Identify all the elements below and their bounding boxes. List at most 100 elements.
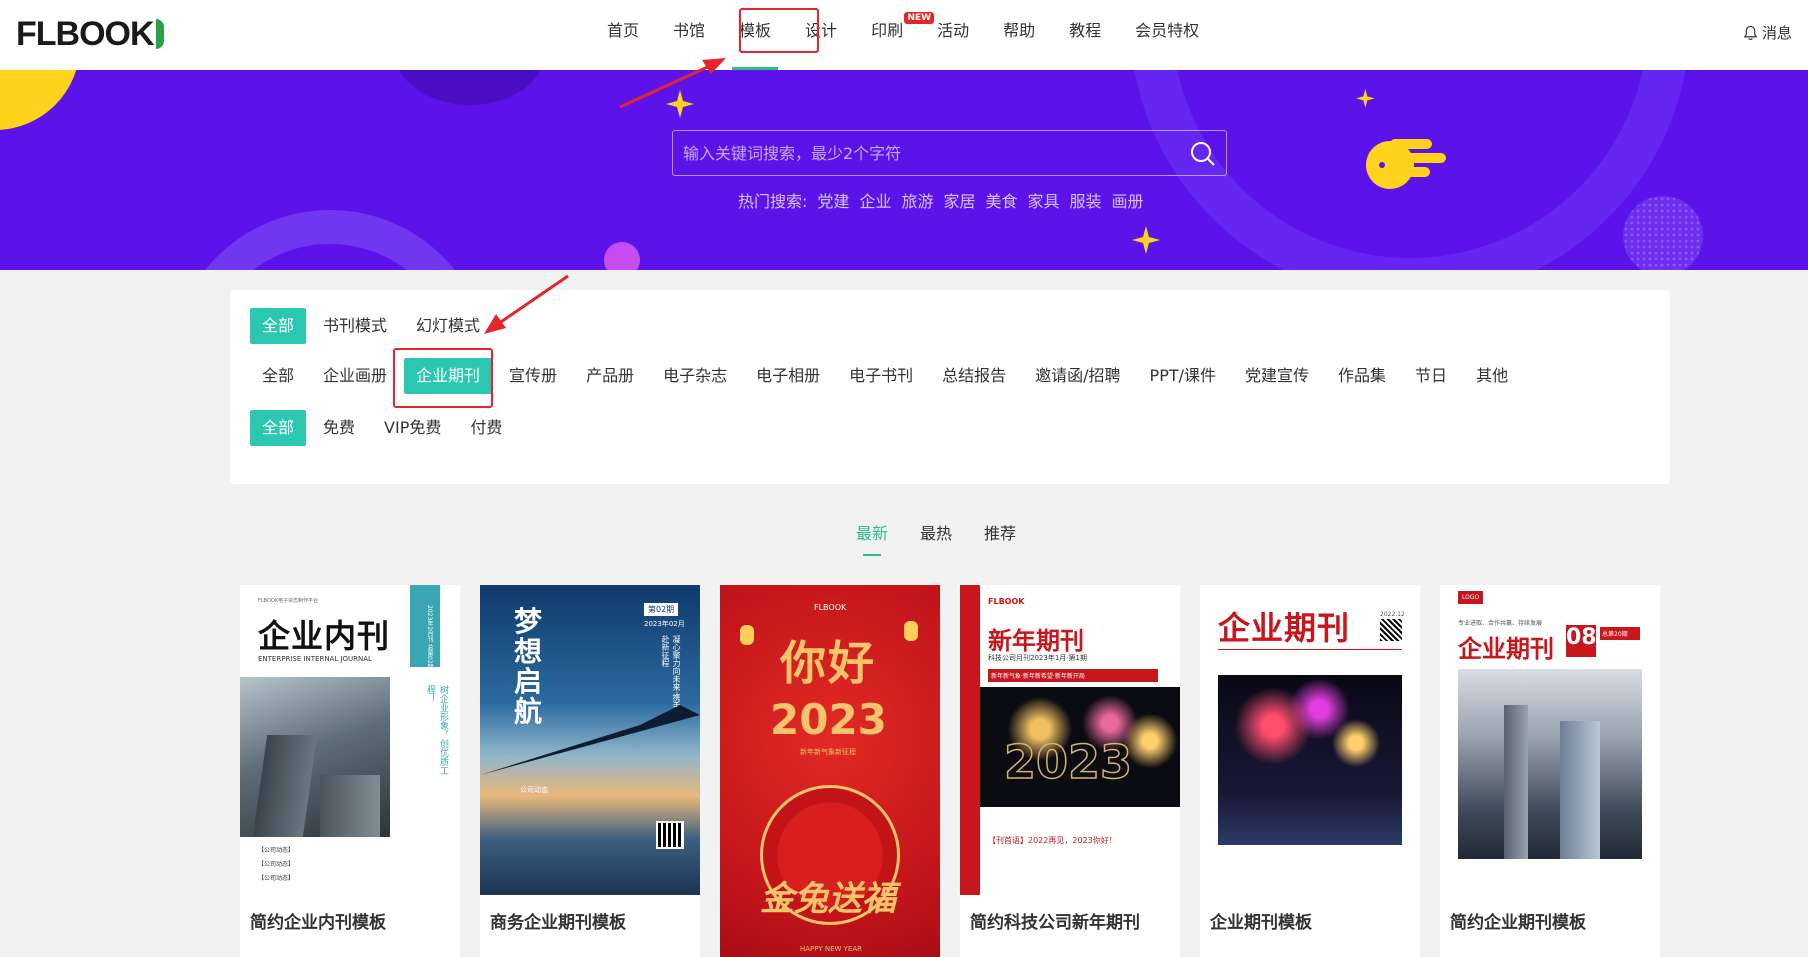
template-cover[interactable]: 梦想启航 第02期 2023年02月 凝心聚力向未来·携手共赴新征程 公司动态 [480,585,700,895]
category-album[interactable]: 电子相册 [744,358,832,394]
category-portfolio[interactable]: 作品集 [1326,358,1398,394]
cover-logo: FLBOOK [988,597,1025,606]
mode-all[interactable]: 全部 [250,308,307,344]
cover-logo: FLBOOK [814,603,847,612]
cover-footer-line: 【公司动态】 [258,875,295,882]
category-brochure[interactable]: 企业画册 [311,358,399,394]
template-title[interactable]: 简约科技公司新年期刊 [970,908,1140,933]
cover-side-text: 2023年2月刊 总第02期 [426,605,433,670]
flbook-logo[interactable]: FLBOOK [16,14,164,54]
hot-term[interactable]: 党建 [817,188,849,212]
cover-left-bar [960,585,980,895]
template-title[interactable]: 企业期刊模板 [1210,908,1312,933]
cover-year: 2023 [1003,734,1133,790]
dotted-ball-decoration [1623,196,1703,270]
city-photo [1458,669,1642,859]
template-card[interactable]: FLBOOK电子杂志制作平台 2023年2月刊 总第02期 企业内刊 ENTER… [240,585,460,957]
building-shape [320,775,380,837]
hot-term[interactable]: 服装 [1070,188,1102,212]
mode-slide[interactable]: 幻灯模式 [404,308,492,344]
pink-ball-decoration [604,242,640,270]
category-report[interactable]: 总结报告 [930,358,1018,394]
hot-term[interactable]: 家居 [943,188,975,212]
category-pamphlet[interactable]: 宣传册 [497,358,569,394]
cover-heading: 企业内刊 [258,617,391,655]
price-paid[interactable]: 付费 [458,410,514,446]
tower-shape [1504,705,1528,859]
category-product[interactable]: 产品册 [574,358,646,394]
cover-subheading: ENTERPRISE INTERNAL JOURNAL [258,655,372,663]
category-magazine[interactable]: 电子杂志 [651,358,739,394]
nav-events[interactable]: 活动 [920,0,986,70]
cover-stamp: 金兔送福 [760,879,896,919]
tab-popular[interactable]: 最热 [920,520,952,544]
nav-home[interactable]: 首页 [590,0,656,70]
category-all[interactable]: 全部 [250,358,306,394]
category-invitation[interactable]: 邀请函/招聘 [1023,358,1132,394]
hot-term[interactable]: 企业 [859,188,891,212]
nav-library[interactable]: 书馆 [656,0,722,70]
search-input[interactable] [673,131,1226,175]
hot-term[interactable]: 旅游 [901,188,933,212]
category-ppt[interactable]: PPT/课件 [1138,358,1228,394]
template-cover[interactable]: FLBOOK 你好 2023 新年新气象新征程 金兔送福 HAPPY NEW Y… [720,585,940,957]
price-free[interactable]: 免费 [311,410,367,446]
template-title[interactable]: 商务企业期刊模板 [490,908,626,933]
messages-link[interactable]: 消息 [1743,22,1792,43]
nav-print[interactable]: 印刷 NEW [854,0,935,70]
sparkle-icon [666,90,694,118]
hot-term[interactable]: 家具 [1027,188,1059,212]
tower-shape [1560,721,1600,859]
template-card[interactable]: 梦想启航 第02期 2023年02月 凝心聚力向未来·携手共赴新征程 公司动态 … [480,585,700,957]
cover-section: 公司动态 [520,786,548,794]
cover-heading: 你好 [780,636,876,690]
template-cover[interactable]: LOGO 专业进取、合作共赢、持续发展 企业期刊 08 总第20期 [1440,585,1660,895]
price-vip-free[interactable]: VIP免费 [372,410,453,446]
cover-sub: 科技公司月刊2023年1月·第1期 [988,654,1087,662]
category-journal[interactable]: 企业期刊 [404,358,493,394]
category-other[interactable]: 其他 [1464,358,1520,394]
nav-vip[interactable]: 会员特权 [1118,0,1216,70]
cover-footer-line: 【公司动态】 [258,861,295,868]
cover-number: 08 [1566,625,1597,657]
cover-logo: LOGO [1458,591,1484,604]
template-title[interactable]: 简约企业内刊模板 [250,908,386,933]
template-card[interactable]: 企业期刊 2022.12 企业期刊模板 [1200,585,1420,957]
cover-quote: 【刊首语】2022再见，2023你好！ [988,836,1117,845]
cover-heading: 企业期刊 [1458,635,1554,663]
qr-code [656,821,684,849]
cover-heading: 新年期刊 [988,627,1084,655]
top-navbar: FLBOOK 首页 书馆 模板 设计 印刷 NEW 活动 帮助 教程 会员特权 消… [0,0,1808,70]
hot-searches-label: 热门搜索: [738,192,808,211]
category-ebook[interactable]: 电子书刊 [837,358,925,394]
category-filter-row: 全部 企业画册 企业期刊 宣传册 产品册 电子杂志 电子相册 电子书刊 总结报告… [250,358,1525,394]
template-cover[interactable]: 企业期刊 2022.12 [1200,585,1420,895]
nav-templates[interactable]: 模板 [722,0,788,70]
template-card[interactable]: FLBOOK 你好 2023 新年新气象新征程 金兔送福 HAPPY NEW Y… [720,585,940,957]
tab-recommended[interactable]: 推荐 [984,520,1016,544]
price-all[interactable]: 全部 [250,410,307,446]
nav-help[interactable]: 帮助 [986,0,1052,70]
comet-icon [1366,139,1446,189]
search-icon[interactable] [1190,141,1216,167]
main-nav: 首页 书馆 模板 设计 印刷 NEW 活动 帮助 教程 会员特权 [590,0,1216,70]
hot-term[interactable]: 画册 [1112,188,1144,212]
template-title[interactable]: 简约企业期刊模板 [1450,908,1586,933]
logo-leaf-icon [155,19,164,49]
template-card[interactable]: FLBOOK 新年期刊 科技公司月刊2023年1月·第1期 新年新气象·新年新希… [960,585,1180,957]
template-cover[interactable]: FLBOOK 新年期刊 科技公司月刊2023年1月·第1期 新年新气象·新年新希… [960,585,1180,895]
nav-tutorials[interactable]: 教程 [1052,0,1118,70]
search-banner: 热门搜索: 党建 企业 旅游 家居 美食 家具 服装 画册 [0,70,1808,270]
tab-latest[interactable]: 最新 [856,520,888,556]
category-party[interactable]: 党建宣传 [1233,358,1321,394]
cover-divider [1218,649,1402,650]
template-cover[interactable]: FLBOOK电子杂志制作平台 2023年2月刊 总第02期 企业内刊 ENTER… [240,585,460,895]
nav-design[interactable]: 设计 [788,0,854,70]
hot-term[interactable]: 美食 [985,188,1017,212]
cover-tagline: 专业进取、合作共赢、持续发展 [1458,620,1543,627]
category-holiday[interactable]: 节日 [1403,358,1459,394]
template-card[interactable]: LOGO 专业进取、合作共赢、持续发展 企业期刊 08 总第20期 简约企业期刊… [1440,585,1660,957]
lantern-icon [740,625,754,645]
qr-code [1380,619,1402,641]
mode-book[interactable]: 书刊模式 [311,308,399,344]
